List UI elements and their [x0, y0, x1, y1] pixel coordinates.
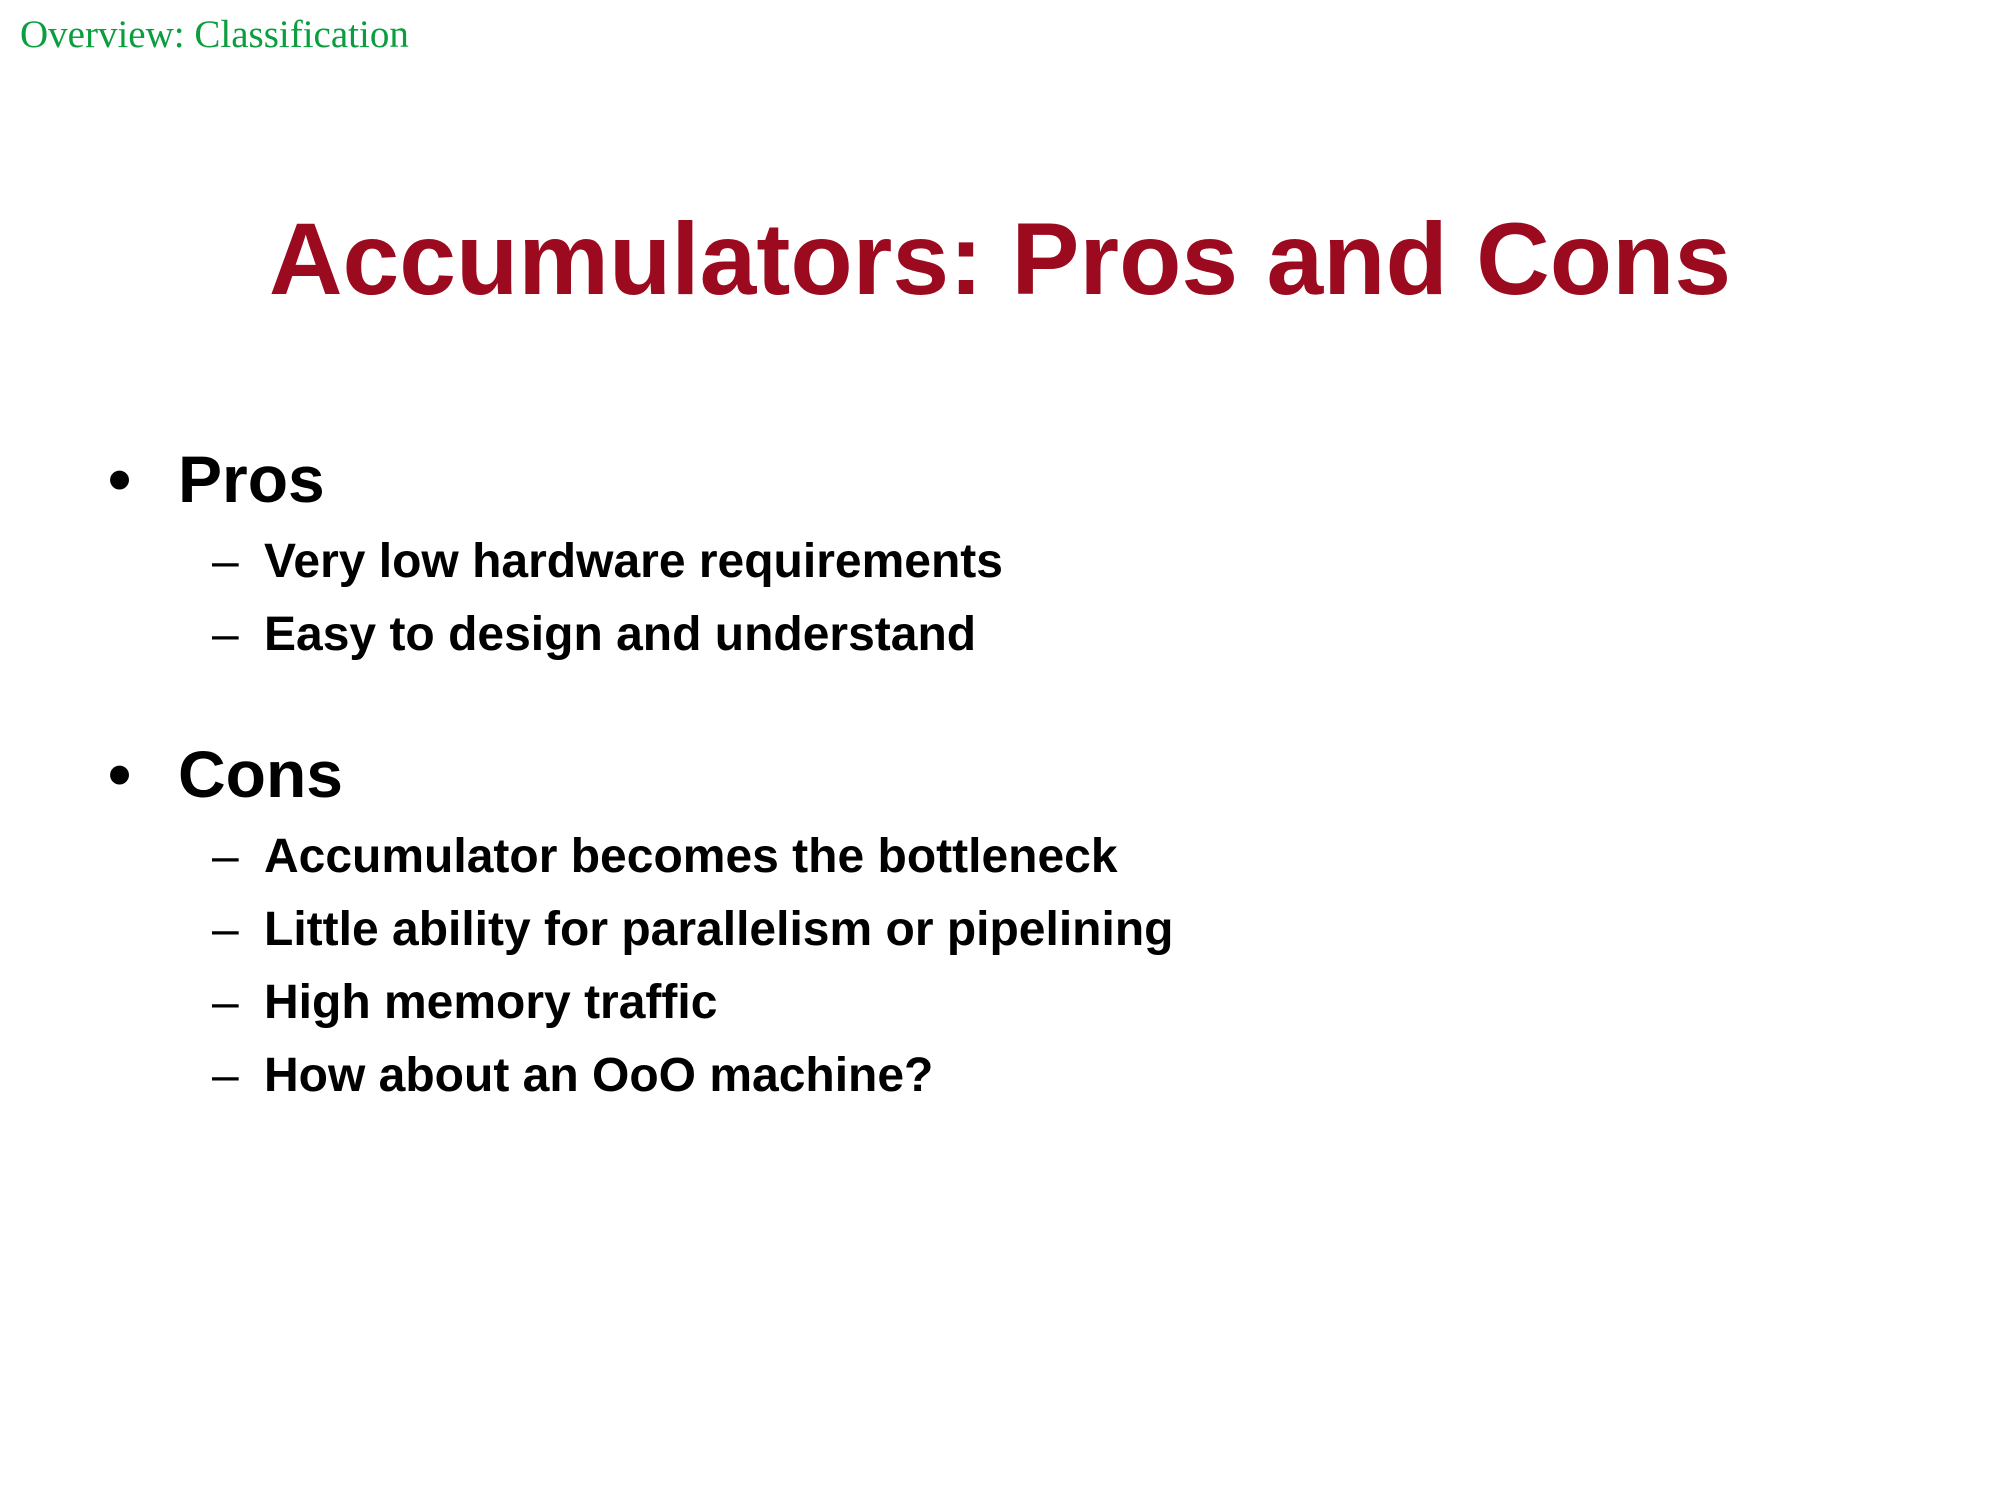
bullet-row: • Pros — [108, 440, 1173, 519]
dash-icon: – — [212, 830, 239, 884]
sub-item-text: Little ability for parallelism or pipeli… — [264, 903, 1174, 957]
bullet-row: • Cons — [108, 735, 1173, 814]
bullet-pros: • Pros – Very low hardware requirements … — [108, 440, 1173, 671]
bullet-icon: • — [108, 442, 132, 516]
slide-title: Accumulators: Pros and Cons — [268, 202, 1732, 316]
dash-icon: – — [212, 535, 239, 589]
sub-item: – Very low hardware requirements — [108, 525, 1173, 598]
bullet-list: • Pros – Very low hardware requirements … — [108, 440, 1173, 1112]
sub-item: – High memory traffic — [108, 966, 1173, 1039]
sub-list-pros: – Very low hardware requirements – Easy … — [108, 525, 1173, 671]
sub-item-text: Easy to design and understand — [264, 608, 977, 662]
bullet-label: Cons — [178, 737, 343, 812]
sub-item-text: Very low hardware requirements — [264, 535, 1003, 589]
bullet-label: Pros — [178, 442, 325, 516]
sub-item: – Little ability for parallelism or pipe… — [108, 893, 1173, 966]
dash-icon: – — [212, 976, 239, 1030]
dash-icon: – — [212, 1049, 239, 1103]
section-header: Overview: Classification — [20, 13, 409, 56]
sub-item: – Easy to design and understand — [108, 598, 1173, 671]
dash-icon: – — [212, 903, 239, 957]
bullet-cons: • Cons – Accumulator becomes the bottlen… — [108, 735, 1173, 1112]
slide: Overview: Classification Accumulators: P… — [0, 0, 2000, 1500]
sub-item: – Accumulator becomes the bottleneck — [108, 820, 1173, 893]
sub-item-text: How about an OoO machine? — [264, 1049, 934, 1103]
sub-list-cons: – Accumulator becomes the bottleneck – L… — [108, 820, 1173, 1112]
dash-icon: – — [212, 608, 239, 662]
sub-item-text: Accumulator becomes the bottleneck — [264, 830, 1118, 884]
sub-item: – How about an OoO machine? — [108, 1039, 1173, 1112]
bullet-icon: • — [108, 737, 132, 812]
sub-item-text: High memory traffic — [264, 976, 718, 1030]
